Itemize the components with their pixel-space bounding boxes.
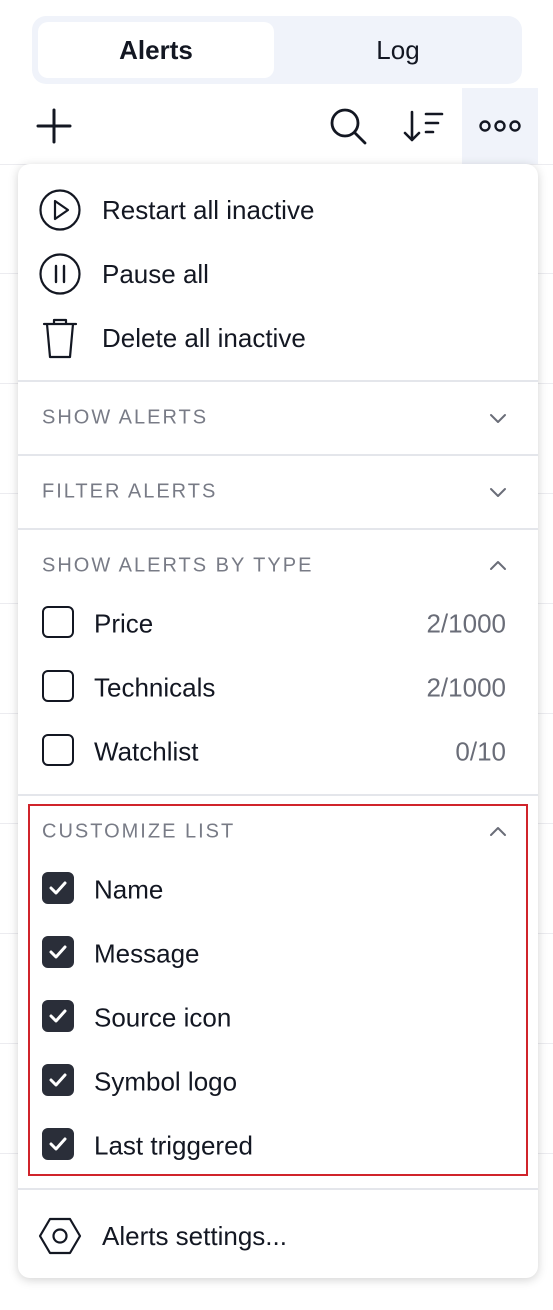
show-alerts-section-header[interactable]: SHOW ALERTS [18, 382, 538, 454]
checkbox-watchlist[interactable] [42, 734, 74, 766]
checkmark-icon [49, 1009, 67, 1023]
type-count: 0/10 [455, 736, 506, 767]
column-label: Name [94, 874, 164, 905]
add-alert-button[interactable] [16, 88, 92, 164]
column-label: Message [94, 938, 200, 969]
more-options-menu: Restart all inactive Pause all Delete al… [18, 164, 538, 1278]
search-icon [330, 108, 367, 145]
type-label: Price [94, 608, 154, 639]
customize-symbol-logo[interactable]: Symbol logo [18, 1050, 538, 1114]
menu-divider [18, 1188, 538, 1190]
checkbox-last-triggered[interactable] [42, 1128, 74, 1160]
more-dots-icon [479, 120, 521, 132]
pause-all-label: Pause all [102, 258, 209, 289]
customize-message[interactable]: Message [18, 922, 538, 986]
restart-all-inactive-item[interactable]: Restart all inactive [18, 178, 538, 242]
checkmark-icon [49, 945, 67, 959]
type-count: 2/1000 [426, 608, 506, 639]
sort-icon [403, 110, 444, 142]
filter-alerts-section-header[interactable]: FILTER ALERTS [18, 456, 538, 528]
tab-bar: Alerts Log [32, 16, 522, 84]
filter-alerts-title: FILTER ALERTS [42, 480, 218, 503]
sort-button[interactable] [386, 88, 462, 164]
chevron-up-icon [490, 561, 506, 570]
delete-all-inactive-item[interactable]: Delete all inactive [18, 306, 538, 370]
customize-source-icon[interactable]: Source icon [18, 986, 538, 1050]
tab-alerts[interactable]: Alerts [38, 22, 274, 78]
plus-icon [36, 108, 72, 144]
column-label: Source icon [94, 1002, 232, 1033]
type-label: Technicals [94, 672, 216, 703]
column-label: Last triggered [94, 1130, 253, 1161]
pause-all-item[interactable]: Pause all [18, 242, 538, 306]
chevron-down-icon [490, 488, 506, 497]
customize-name[interactable]: Name [18, 858, 538, 922]
show-alerts-title: SHOW ALERTS [42, 406, 209, 429]
checkmark-icon [49, 881, 67, 895]
column-label: Symbol logo [94, 1066, 238, 1097]
checkmark-icon [49, 1073, 67, 1087]
checkbox-symbol-logo[interactable] [42, 1064, 74, 1096]
alerts-settings-label: Alerts settings... [102, 1220, 287, 1251]
play-circle-icon [38, 188, 82, 232]
delete-all-inactive-label: Delete all inactive [102, 322, 306, 353]
type-count: 2/1000 [426, 672, 506, 703]
type-filter-price[interactable]: Price 2/1000 [18, 592, 538, 656]
search-button[interactable] [310, 88, 386, 164]
type-filter-watchlist[interactable]: Watchlist 0/10 [18, 720, 538, 784]
hexagon-settings-icon [38, 1214, 82, 1258]
show-alerts-by-type-title: SHOW ALERTS BY TYPE [42, 554, 314, 577]
checkbox-name[interactable] [42, 872, 74, 904]
trash-icon [38, 316, 82, 360]
checkbox-message[interactable] [42, 936, 74, 968]
checkbox-price[interactable] [42, 606, 74, 638]
restart-all-inactive-label: Restart all inactive [102, 194, 315, 225]
type-filter-technicals[interactable]: Technicals 2/1000 [18, 656, 538, 720]
type-label: Watchlist [94, 736, 199, 767]
pause-circle-icon [38, 252, 82, 296]
checkmark-icon [49, 1137, 67, 1151]
customize-list-title: CUSTOMIZE LIST [42, 820, 236, 843]
chevron-down-icon [490, 414, 506, 423]
checkbox-technicals[interactable] [42, 670, 74, 702]
more-options-button[interactable] [462, 88, 538, 164]
alerts-settings-item[interactable]: Alerts settings... [18, 1204, 538, 1268]
chevron-up-icon [490, 827, 506, 836]
checkbox-source-icon[interactable] [42, 1000, 74, 1032]
tab-log[interactable]: Log [280, 22, 516, 78]
customize-last-triggered[interactable]: Last triggered [18, 1114, 538, 1178]
